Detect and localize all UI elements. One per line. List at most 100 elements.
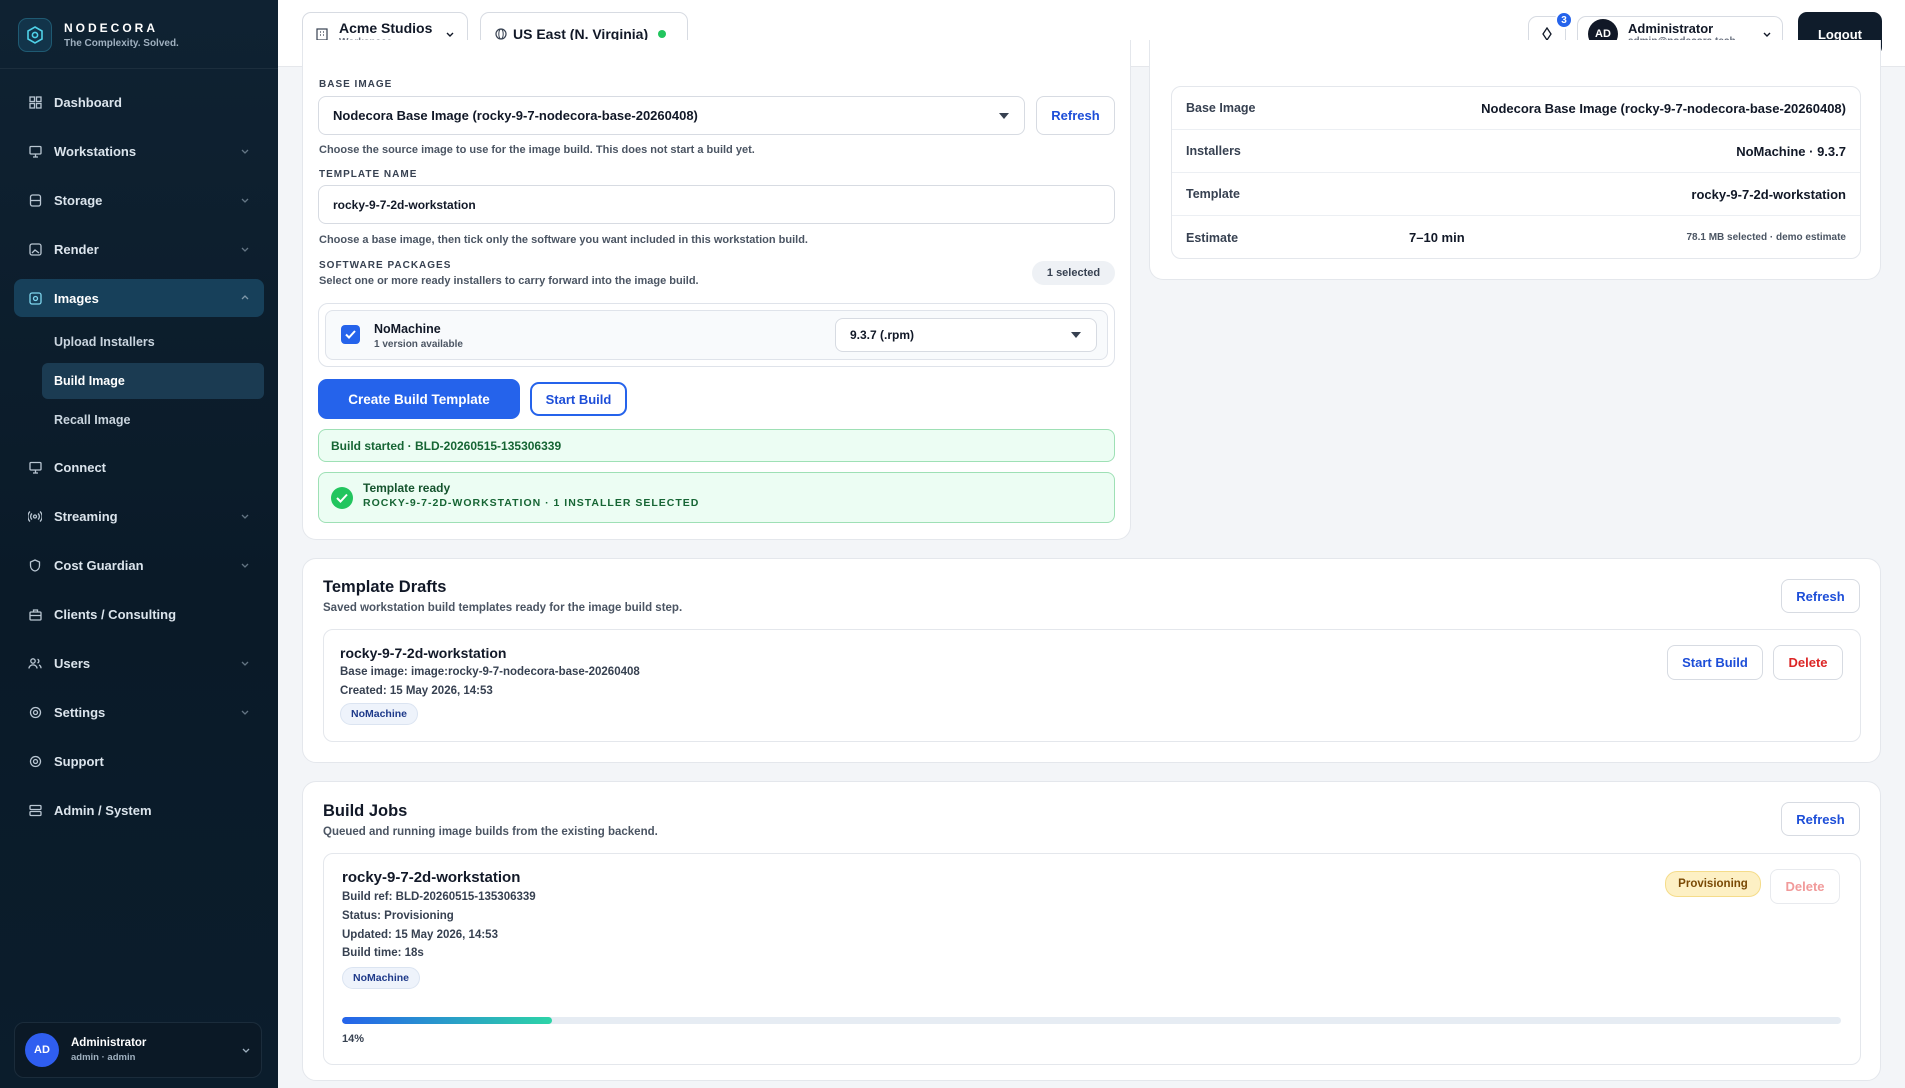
- template-hint: Choose a base image, then tick only the …: [319, 234, 808, 246]
- summary-value: rocky-9-7-2d-workstation: [1691, 186, 1846, 202]
- sidebar-item-label: Connect: [54, 459, 106, 475]
- workspace-name: Acme Studios: [339, 20, 433, 36]
- draft-delete-button[interactable]: Delete: [1773, 645, 1843, 680]
- build-started-alert: Build started · BLD-20260515-135306339: [318, 429, 1115, 462]
- template-name-label: TEMPLATE NAME: [319, 169, 418, 180]
- template-name-value: rocky-9-7-2d-workstation: [333, 197, 476, 212]
- grid-icon: [28, 95, 42, 109]
- create-build-template-button[interactable]: Create Build Template: [318, 379, 520, 419]
- base-image-select[interactable]: Nodecora Base Image (rocky-9-7-nodecora-…: [318, 96, 1025, 135]
- sidebar-item-settings[interactable]: Settings: [14, 693, 264, 731]
- draft-start-build-button[interactable]: Start Build: [1667, 645, 1763, 680]
- summary-key: Installers: [1186, 144, 1241, 158]
- sidebar-item-support[interactable]: Support: [14, 742, 264, 780]
- brand-tagline: The Complexity. Solved.: [64, 38, 179, 49]
- database-icon: [28, 193, 42, 207]
- brand-name: NODECORA: [64, 21, 159, 35]
- package-version-select[interactable]: 9.3.7 (.rpm): [835, 318, 1097, 352]
- sidebar-item-label: Support: [54, 753, 104, 769]
- build-jobs-subtitle: Queued and running image builds from the…: [323, 826, 658, 838]
- base-image-value: Nodecora Base Image (rocky-9-7-nodecora-…: [333, 108, 698, 123]
- chevron-down-icon: [241, 661, 249, 666]
- job-progress-label: 14%: [342, 1033, 365, 1045]
- sidebar-item-label: Storage: [54, 192, 103, 208]
- software-packages-label: SOFTWARE PACKAGES: [319, 260, 452, 271]
- sidebar-user-menu[interactable]: AD Administrator admin · admin: [14, 1022, 262, 1078]
- refresh-jobs-button[interactable]: Refresh: [1781, 802, 1860, 836]
- sidebar-item-clients-consulting[interactable]: Clients / Consulting: [14, 595, 264, 633]
- check-icon: [345, 330, 356, 339]
- sidebar-item-label: Streaming: [54, 508, 118, 524]
- chevron-down-icon: [241, 198, 249, 203]
- template-drafts-subtitle: Saved workstation build templates ready …: [323, 602, 683, 614]
- lifebuoy-icon: [28, 754, 42, 768]
- chevron-down-icon: [1763, 32, 1771, 37]
- sidebar-item-images[interactable]: Images: [14, 279, 264, 317]
- job-name: rocky-9-7-2d-workstation: [342, 869, 521, 886]
- gear-icon: [28, 705, 42, 719]
- sidebar-item-label: Workstations: [54, 143, 137, 159]
- sidebar-item-dashboard[interactable]: Dashboard: [14, 83, 264, 121]
- draft-created: Created: 15 May 2026, 14:53: [340, 685, 493, 697]
- sidebar-item-label: Render: [54, 241, 99, 257]
- sidebar-item-label: Cost Guardian: [54, 557, 144, 573]
- template-ready-subtitle: ROCKY-9-7-2D-WORKSTATION · 1 INSTALLER S…: [363, 497, 700, 509]
- sidebar-item-admin-system[interactable]: Admin / System: [14, 791, 264, 829]
- images-icon: [28, 291, 42, 305]
- sidebar-item-render[interactable]: Render: [14, 230, 264, 268]
- summary-value: NoMachine · 9.3.7: [1736, 143, 1846, 159]
- image-render-icon: [28, 242, 42, 256]
- summary-row-template: Template rocky-9-7-2d-workstation: [1172, 173, 1860, 216]
- shield-icon: [28, 558, 42, 572]
- sidebar-item-label: Users: [54, 655, 91, 671]
- briefcase-icon: [28, 607, 42, 621]
- job-updated: Updated: 15 May 2026, 14:53: [342, 929, 498, 941]
- sidebar-item-label: Images: [54, 290, 99, 306]
- user-role: admin · admin: [71, 1052, 136, 1063]
- template-ready-title: Template ready: [363, 481, 451, 495]
- draft-item: [323, 629, 1861, 742]
- template-ready-alert: Template ready ROCKY-9-7-2D-WORKSTATION …: [318, 472, 1115, 523]
- sidebar-item-storage[interactable]: Storage: [14, 181, 264, 219]
- build-summary-table: Base Image Nodecora Base Image (rocky-9-…: [1171, 86, 1861, 259]
- sidebar-item-streaming[interactable]: Streaming: [14, 497, 264, 535]
- summary-value: Nodecora Base Image (rocky-9-7-nodecora-…: [1481, 100, 1846, 116]
- sidebar-item-workstations[interactable]: Workstations: [14, 132, 264, 170]
- sidebar-item-connect[interactable]: Connect: [14, 448, 264, 486]
- job-delete-button[interactable]: Delete: [1770, 869, 1840, 904]
- sidebar-subitem-upload-installers[interactable]: Upload Installers: [42, 324, 264, 360]
- template-name-input[interactable]: rocky-9-7-2d-workstation: [318, 185, 1115, 224]
- sidebar-subitem-build-image[interactable]: Build Image: [42, 363, 264, 399]
- monitor-icon: [28, 144, 42, 158]
- summary-row-base-image: Base Image Nodecora Base Image (rocky-9-…: [1172, 87, 1860, 130]
- chevron-down-icon: [241, 149, 249, 154]
- summary-key: Template: [1186, 187, 1240, 201]
- sidebar-item-users[interactable]: Users: [14, 644, 264, 682]
- chevron-down-icon: [446, 32, 454, 37]
- start-build-button[interactable]: Start Build: [530, 382, 627, 416]
- job-status: Status: Provisioning: [342, 910, 454, 922]
- build-jobs-title: Build Jobs: [323, 802, 408, 820]
- caret-down-icon: [1071, 332, 1081, 338]
- sidebar-subitem-recall-image[interactable]: Recall Image: [42, 402, 264, 438]
- package-checkbox[interactable]: [341, 325, 360, 344]
- broadcast-icon: [28, 509, 42, 523]
- images-submenu: Upload Installers Build Image Recall Ima…: [42, 324, 264, 438]
- draft-name: rocky-9-7-2d-workstation: [340, 645, 507, 661]
- job-build-ref: Build ref: BLD-20260515-135306339: [342, 891, 536, 903]
- job-progress-fill: [342, 1017, 552, 1024]
- chevron-down-icon: [241, 514, 249, 519]
- build-job-item: [323, 853, 1861, 1065]
- sidebar-item-label: Settings: [54, 704, 106, 720]
- refresh-base-images-button[interactable]: Refresh: [1036, 96, 1115, 135]
- job-installer-tag: NoMachine: [342, 967, 421, 989]
- software-packages-hint: Select one or more ready installers to c…: [319, 275, 699, 287]
- summary-row-installers: Installers NoMachine · 9.3.7: [1172, 130, 1860, 173]
- sidebar-item-cost-guardian[interactable]: Cost Guardian: [14, 546, 264, 584]
- job-build-time: Build time: 18s: [342, 947, 424, 959]
- bell-icon: [1542, 27, 1552, 41]
- refresh-drafts-button[interactable]: Refresh: [1781, 579, 1860, 613]
- user-name: Administrator: [71, 1037, 147, 1049]
- base-image-hint: Choose the source image to use for the i…: [319, 144, 755, 156]
- build-started-text: Build started · BLD-20260515-135306339: [331, 438, 562, 453]
